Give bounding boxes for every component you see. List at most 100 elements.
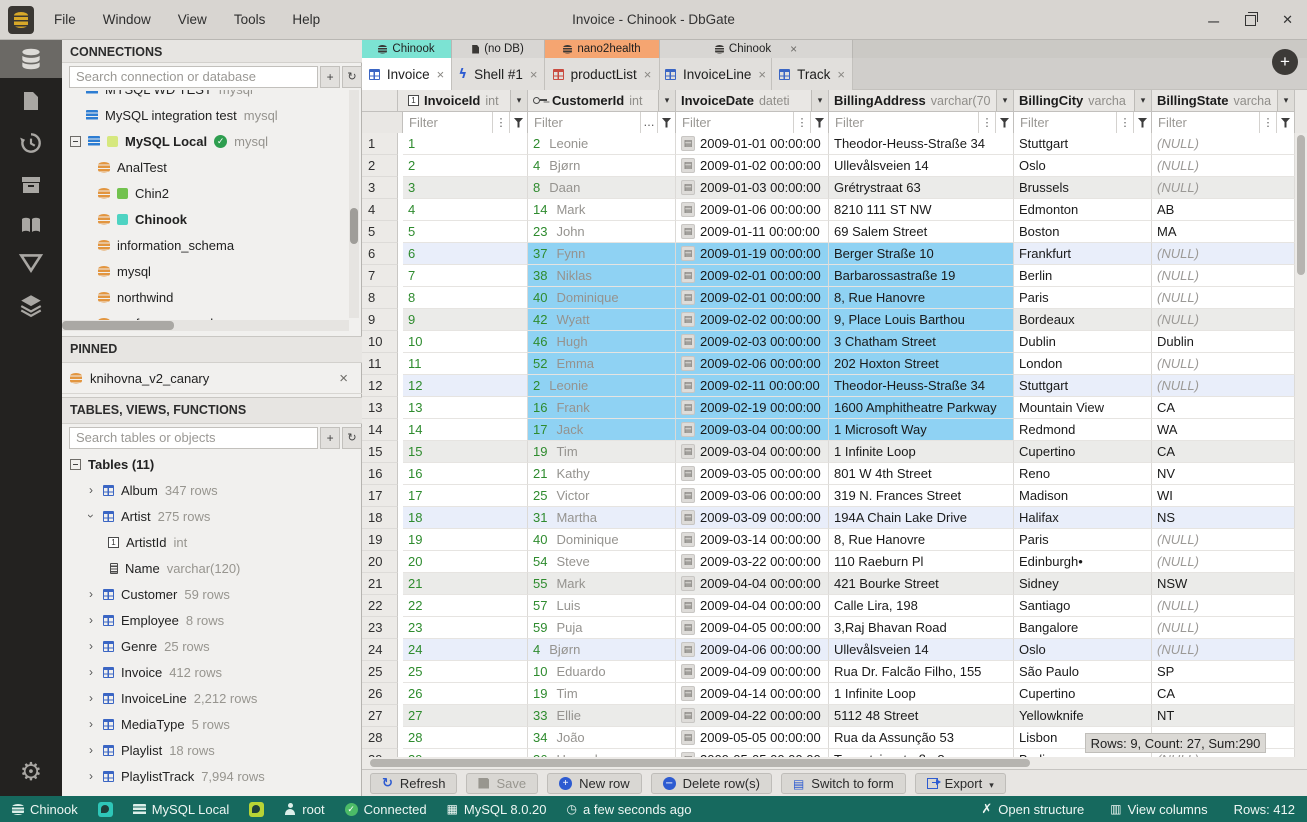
row-number[interactable]: 22 (362, 595, 398, 617)
view-columns-button[interactable]: View columns (1110, 802, 1208, 817)
close-tab-icon[interactable] (437, 67, 445, 82)
cell-billingaddress[interactable]: Ullevålsveien 14 (829, 639, 1014, 661)
filter-menu-button[interactable]: ⋮ (492, 112, 509, 133)
row-number[interactable]: 19 (362, 529, 398, 551)
cell-billingaddress[interactable]: 8210 111 ST NW (829, 199, 1014, 221)
cell-invoiceid[interactable]: 22 (403, 595, 528, 617)
cell-customerid[interactable]: 42 Wyatt (528, 309, 676, 331)
cell-customerid[interactable]: 17 Jack (528, 419, 676, 441)
cell-billingaddress[interactable]: Theodor-Heuss-Straße 34 (829, 133, 1014, 155)
refresh-button[interactable]: Refresh (370, 772, 458, 794)
cell-billingcity[interactable]: Edmonton (1014, 199, 1152, 221)
row-number[interactable]: 6 (362, 243, 398, 265)
cell-invoiceid[interactable]: 24 (403, 639, 528, 661)
column-header[interactable]: CustomerId int (528, 90, 676, 112)
new-row-button[interactable]: New row (547, 772, 642, 794)
new-tab-button[interactable] (1272, 49, 1298, 75)
cell-invoicedate[interactable]: 2009-04-09 00:00:00 (676, 661, 829, 683)
row-number[interactable]: 13 (362, 397, 398, 419)
settings-rail-button[interactable] (0, 752, 62, 790)
cell-invoiceid[interactable]: 13 (403, 397, 528, 419)
archive-rail-button[interactable] (0, 166, 62, 204)
cell-customerid[interactable]: 36 Hannah (528, 749, 676, 757)
cell-customerid[interactable]: 14 Mark (528, 199, 676, 221)
cell-customerid[interactable]: 4 Bjørn (528, 155, 676, 177)
cell-invoicedate[interactable]: 2009-04-14 00:00:00 (676, 683, 829, 705)
tables-root-node[interactable]: Tables (11) (62, 451, 362, 477)
row-number[interactable]: 3 (362, 177, 398, 199)
tab-group-chinook-2[interactable]: Chinook (660, 40, 853, 58)
column-menu-button[interactable] (1134, 90, 1151, 111)
filter-funnel-button[interactable] (995, 112, 1013, 133)
filter-funnel-button[interactable] (1133, 112, 1151, 133)
menu-item[interactable]: Help (292, 12, 320, 27)
cell-billingaddress[interactable]: Grétrystraat 63 (829, 177, 1014, 199)
cell-invoiceid[interactable]: 10 (403, 331, 528, 353)
filter-menu-button[interactable]: ⋮ (793, 112, 810, 133)
cell-customerid[interactable]: 55 Mark (528, 573, 676, 595)
cell-customerid[interactable]: 54 Steve (528, 551, 676, 573)
filter-input[interactable] (1152, 112, 1259, 133)
table-node-album[interactable]: Album 347 rows (62, 477, 362, 503)
refresh-tables-button[interactable] (342, 426, 362, 449)
cell-billingcity[interactable]: Halifax (1014, 507, 1152, 529)
cell-billingaddress[interactable]: 421 Bourke Street (829, 573, 1014, 595)
chevron-right-icon[interactable] (86, 639, 96, 653)
add-table-button[interactable] (320, 426, 341, 449)
cell-billingstate[interactable]: (NULL) (1152, 617, 1295, 639)
cell-billingstate[interactable]: (NULL) (1152, 353, 1295, 375)
cell-invoicedate[interactable]: 2009-03-04 00:00:00 (676, 419, 829, 441)
column-menu-button[interactable] (510, 90, 527, 111)
delete-rows-button[interactable]: Delete row(s) (650, 772, 772, 794)
column-menu-button[interactable] (996, 90, 1013, 111)
database-item[interactable]: AnalTest (62, 154, 349, 180)
cell-billingaddress[interactable]: 5112 48 Street (829, 705, 1014, 727)
cell-billingcity[interactable]: Bordeaux (1014, 309, 1152, 331)
cell-billingcity[interactable]: Redmond (1014, 419, 1152, 441)
row-number[interactable]: 8 (362, 287, 398, 309)
database-item-chinook[interactable]: Chinook (62, 206, 349, 232)
cell-billingstate[interactable]: WI (1152, 485, 1295, 507)
cell-billingstate[interactable]: (NULL) (1152, 551, 1295, 573)
filter-input[interactable] (403, 112, 492, 133)
export-button[interactable]: Export (914, 772, 1006, 794)
cell-billingaddress[interactable]: 9, Place Louis Barthou (829, 309, 1014, 331)
column-node-name[interactable]: Name varchar(120) (62, 555, 362, 581)
cell-invoiceid[interactable]: 26 (403, 683, 528, 705)
table-node[interactable]: Genre 25 rows (62, 633, 362, 659)
cell-customerid[interactable]: 16 Frank (528, 397, 676, 419)
cell-billingaddress[interactable]: 1 Infinite Loop (829, 441, 1014, 463)
cell-invoicedate[interactable]: 2009-02-11 00:00:00 (676, 375, 829, 397)
switch-to-form-button[interactable]: Switch to form (780, 772, 906, 794)
cell-billingcity[interactable]: Paris (1014, 287, 1152, 309)
database-color-chip[interactable] (97, 801, 113, 817)
row-number[interactable]: 15 (362, 441, 398, 463)
cell-billingaddress[interactable]: Calle Lira, 198 (829, 595, 1014, 617)
table-node[interactable]: PlaylistTrack 7,994 rows (62, 763, 362, 789)
cell-customerid[interactable]: 34 João (528, 727, 676, 749)
tab-group-chinook[interactable]: Chinook (362, 40, 452, 58)
refresh-connections-button[interactable] (342, 65, 362, 88)
cell-invoicedate[interactable]: 2009-04-06 00:00:00 (676, 639, 829, 661)
row-number[interactable]: 7 (362, 265, 398, 287)
database-item[interactable]: information_schema (62, 232, 349, 258)
cell-customerid[interactable]: 37 Fynn (528, 243, 676, 265)
column-header[interactable]: BillingState varcha (1152, 90, 1295, 112)
cell-billingstate[interactable]: NT (1152, 705, 1295, 727)
cell-invoiceid[interactable]: 11 (403, 353, 528, 375)
cell-customerid[interactable]: 46 Hugh (528, 331, 676, 353)
database-item[interactable]: performance_schema (62, 310, 349, 320)
column-header[interactable]: BillingCity varcha (1014, 90, 1152, 112)
cell-billingaddress[interactable]: 1600 Amphitheatre Parkway (829, 397, 1014, 419)
filter-menu-button[interactable]: … (640, 112, 657, 133)
row-number[interactable]: 21 (362, 573, 398, 595)
tab-invoiceline[interactable]: InvoiceLine (660, 58, 772, 90)
chevron-right-icon[interactable] (86, 743, 96, 757)
column-menu-button[interactable] (1277, 90, 1294, 111)
cell-invoiceid[interactable]: 29 (403, 749, 528, 757)
expand-all-columns-button[interactable] (362, 90, 398, 112)
row-number[interactable]: 9 (362, 309, 398, 331)
cell-billingcity[interactable]: Oslo (1014, 639, 1152, 661)
cell-customerid[interactable]: 19 Tim (528, 441, 676, 463)
cell-billingcity[interactable]: Sidney (1014, 573, 1152, 595)
